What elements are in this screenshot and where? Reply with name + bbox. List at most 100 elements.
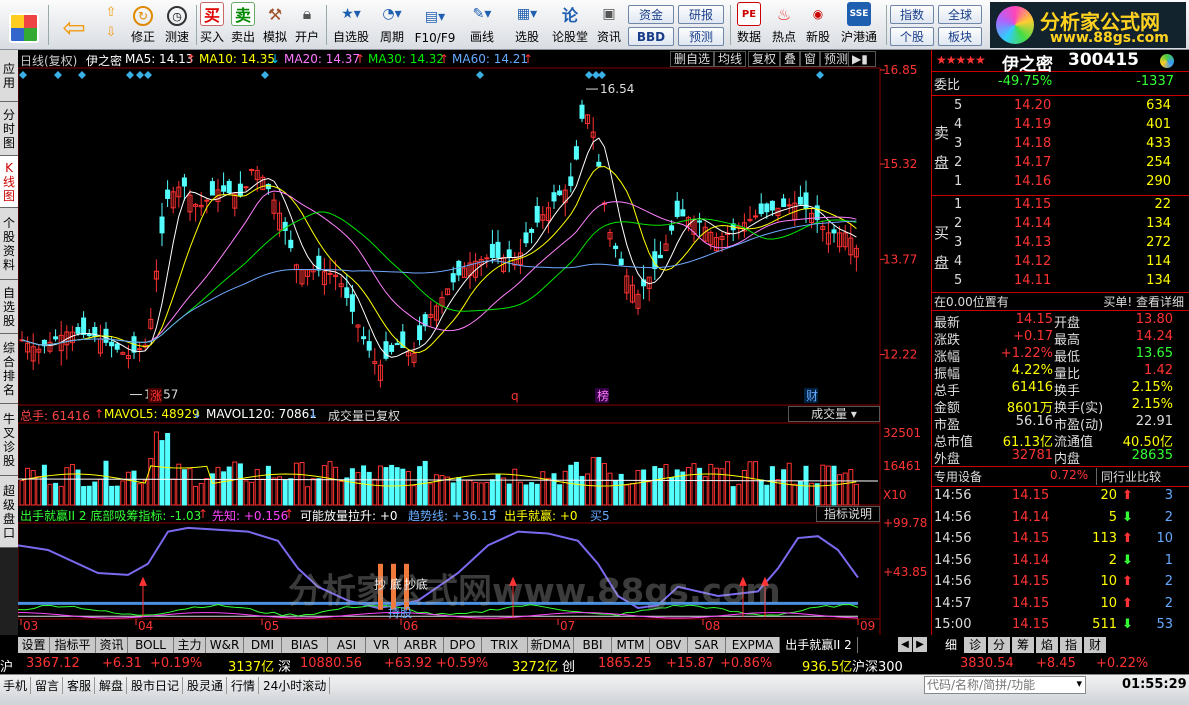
volume-bar	[305, 486, 311, 506]
watchlist-button[interactable]: ★▾ 自选股	[330, 0, 372, 48]
bbd-button[interactable]: BBD	[628, 27, 674, 46]
refresh-icon: ↻	[133, 6, 153, 26]
back-button[interactable]: ⇦	[56, 0, 92, 48]
status-link[interactable]: 留言	[32, 677, 64, 694]
indicator-tab[interactable]: 主力	[174, 637, 206, 653]
period-button[interactable]: ◔▾ 周期	[374, 0, 410, 48]
status-link[interactable]: 24小时滚动	[260, 677, 331, 694]
info-marker[interactable]: 财	[806, 389, 818, 403]
index-button[interactable]: 指数	[890, 5, 934, 24]
quote-tab[interactable]: 筹	[1012, 637, 1034, 653]
tab-scroll-left-icon[interactable]: ◀	[898, 637, 912, 652]
indicator-tab[interactable]: OBV	[650, 637, 688, 653]
simulate-button[interactable]: ⚒ 模拟	[260, 0, 290, 48]
quote-tab[interactable]: 指	[1060, 637, 1082, 653]
indicator-help-button[interactable]: 指标说明	[816, 506, 880, 522]
sidebar-tab-intraday[interactable]: 分时图	[0, 102, 18, 156]
sell-button[interactable]: 卖卖出	[229, 0, 257, 48]
new-stock-button[interactable]: ◉ 新股	[802, 0, 834, 48]
industry-compare-button[interactable]: 同行业比较	[1096, 468, 1161, 485]
forecast-button[interactable]: 预测	[678, 27, 724, 46]
candle-body	[613, 245, 619, 250]
indicator-tab[interactable]: TRIX	[482, 637, 528, 653]
capital-button[interactable]: 资金	[628, 5, 674, 24]
quote-tab[interactable]: 细	[940, 637, 962, 653]
sidebar-tab-kline[interactable]: K线图	[0, 156, 18, 208]
status-link[interactable]: 解盘	[96, 677, 128, 694]
global-button[interactable]: 全球	[938, 5, 982, 24]
indicator-tab[interactable]: 新DMA	[528, 637, 574, 653]
search-input[interactable]	[925, 677, 1065, 693]
sidebar-tab-apps[interactable]: 应用	[0, 50, 18, 102]
hk-connect-button[interactable]: SSE 沪港通	[838, 0, 880, 48]
indicator-tab[interactable]: MTM	[612, 637, 650, 653]
indicator-tab[interactable]: ASI	[328, 637, 366, 653]
volume-bar	[260, 478, 266, 506]
up-down-button[interactable]: ⇧ ⇩	[100, 0, 122, 48]
volume-bar	[467, 480, 473, 506]
sector-button[interactable]: 板块	[938, 27, 982, 46]
speed-test-button[interactable]: ◷ 测速	[160, 0, 194, 48]
logo-url: www.88gs.com	[1050, 30, 1169, 46]
candle-body	[366, 341, 372, 351]
stock-picker-button[interactable]: ▦▾ 选股	[506, 0, 548, 48]
hs300-pct: +0.22%	[1096, 656, 1149, 671]
rating-stars-icon: ★★★★★	[936, 53, 986, 67]
candle-body	[288, 239, 294, 249]
sidebar-tab-diagnosis[interactable]: 牛叉诊股	[0, 404, 18, 476]
home-button[interactable]	[6, 0, 42, 48]
indicator-tab[interactable]: VR	[366, 637, 398, 653]
f10-button[interactable]: ▤▾ F10/F9	[412, 0, 458, 48]
research-button[interactable]: 研报	[678, 5, 724, 24]
status-link[interactable]: 行情	[228, 677, 260, 694]
kline-chart-svg[interactable]: 16.8515.3213.7712.223250116461X10+99.78+…	[18, 50, 930, 635]
indicator-tab[interactable]: 指标平台	[50, 637, 96, 668]
sidebar-tab-watchlist[interactable]: 自选股	[0, 280, 18, 334]
buy-button[interactable]: 买买入	[198, 0, 226, 48]
news-button[interactable]: ▣ 资讯	[594, 0, 624, 48]
open-account-button[interactable]: 🔒︎ 开户	[292, 0, 322, 48]
indicator-tab[interactable]: DPO	[444, 637, 482, 653]
info-marker[interactable]: q	[511, 389, 519, 403]
indicator-tab[interactable]: BBI	[574, 637, 612, 653]
quote-tab[interactable]: 财	[1084, 637, 1106, 653]
quote-tab[interactable]: 分	[988, 637, 1010, 653]
indicator-tab[interactable]: DMI	[244, 637, 282, 653]
status-link[interactable]: 股灵通	[184, 677, 228, 694]
status-link[interactable]: 客服	[64, 677, 96, 694]
indicator-tab[interactable]: W&R	[206, 637, 244, 653]
tab-scroll-right-icon[interactable]: ▶	[913, 637, 927, 652]
indicator-tab[interactable]: 设置	[18, 637, 50, 653]
fix-button[interactable]: ↻ 修正	[126, 0, 160, 48]
status-link[interactable]: 手机	[0, 677, 32, 694]
indicator-tab[interactable]: BIAS	[282, 637, 328, 653]
sidebar-tab-level2[interactable]: 超级盘口	[0, 476, 18, 548]
draw-line-button[interactable]: ✎▾ 画线	[462, 0, 502, 48]
quote-tab[interactable]: 焰	[1036, 637, 1058, 653]
indicator-tab[interactable]: BOLL	[128, 637, 174, 653]
indicator-tab[interactable]: 出手就赢II 2	[780, 637, 858, 653]
quote-tab[interactable]: 诊	[964, 637, 986, 653]
volume-indicator-select[interactable]: 成交量 ▾	[788, 406, 880, 422]
candle-body	[674, 200, 680, 217]
indicator-tab[interactable]: 资讯	[96, 637, 128, 653]
sidebar-tab-profile[interactable]: 个股资料	[0, 208, 18, 280]
view-detail-link[interactable]: 买单! 查看详细	[1103, 293, 1184, 310]
sidebar-tab-ranking[interactable]: 综合排名	[0, 334, 18, 404]
info-marker[interactable]: 涨	[150, 388, 162, 403]
indicator-tab[interactable]: ARBR	[398, 637, 444, 653]
individual-stock-button[interactable]: 个股	[890, 27, 934, 46]
info-marker[interactable]: 榜	[597, 388, 609, 403]
forum-button[interactable]: 论论股堂	[550, 0, 590, 48]
indicator-tab[interactable]: SAR	[688, 637, 726, 653]
hotspot-button[interactable]: ♨ 热点	[768, 0, 800, 48]
stat-label: 外盘	[934, 452, 961, 467]
status-link[interactable]: 股市日记	[128, 677, 184, 694]
search-dropdown-icon[interactable]: ▾	[1076, 677, 1082, 690]
volume-bar	[540, 471, 546, 506]
volume-bar	[523, 484, 529, 506]
volume-bar	[590, 457, 596, 506]
search-box[interactable]: ▾	[924, 676, 1086, 694]
indicator-tab[interactable]: EXPMA	[726, 637, 780, 653]
data-button[interactable]: PE 数据	[734, 0, 764, 48]
